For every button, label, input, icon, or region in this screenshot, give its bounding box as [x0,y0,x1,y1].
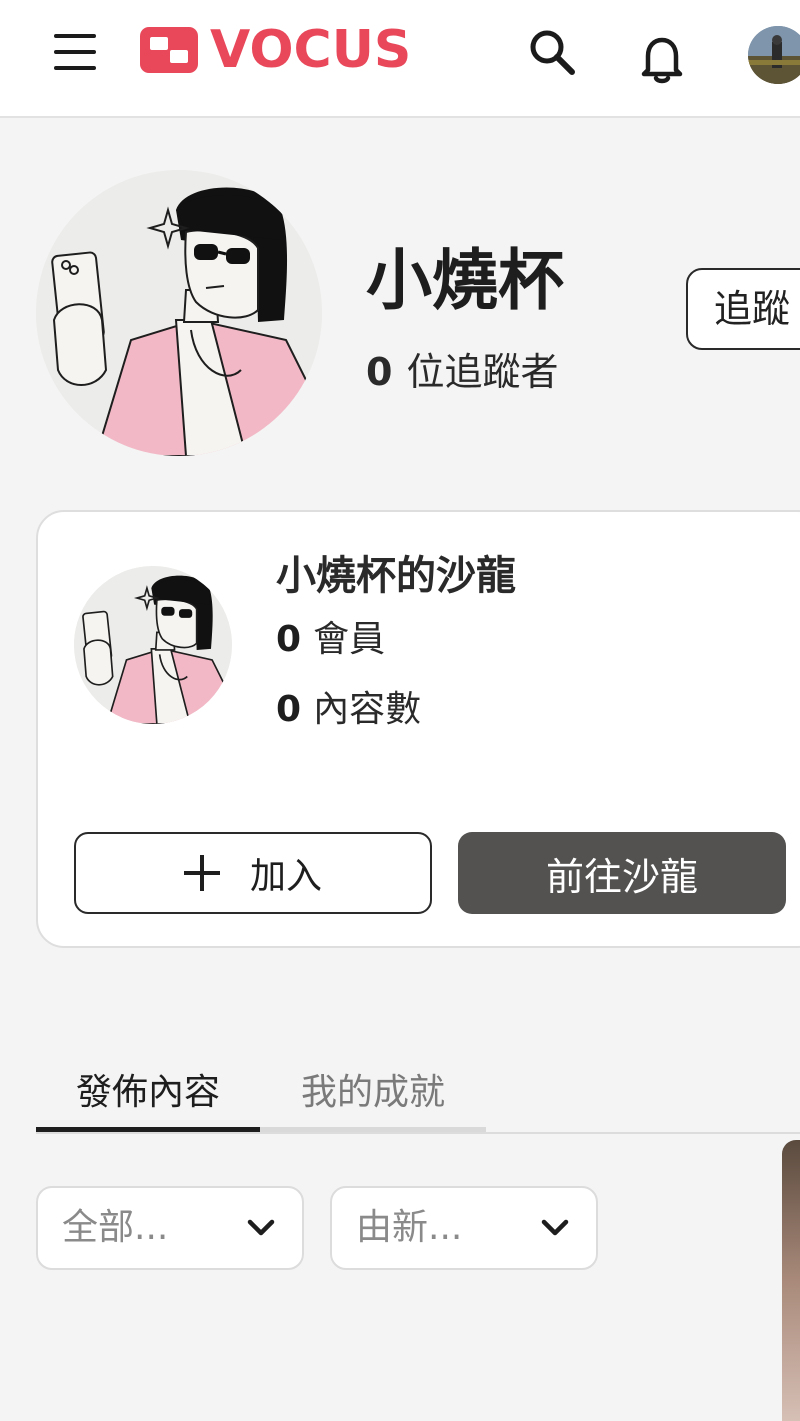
brand-logo[interactable]: VOCUS [140,24,411,76]
tab-published-content[interactable]: 發佈內容 [36,1062,260,1132]
vocus-logo-icon [140,27,198,73]
join-button-label: 加入 [249,856,322,897]
salon-content-count: 0 內容數 [276,684,421,736]
content-label: 內容數 [313,689,422,730]
hamburger-menu-icon[interactable] [52,32,100,72]
bell-icon[interactable] [634,30,690,86]
content-card-thumbnail-edge[interactable] [782,1140,800,1421]
join-button[interactable]: 加入 [74,832,432,914]
plus-icon [183,855,220,891]
category-filter-value: 全部... [62,1207,169,1248]
followers-label: 位追蹤者 [406,350,559,394]
salon-members: 0 會員 [276,614,385,666]
follow-button[interactable]: 追蹤 [686,268,800,350]
salon-avatar[interactable] [74,566,232,724]
profile-avatar [36,170,322,456]
salon-title[interactable]: 小燒杯的沙龍 [276,548,516,604]
brand-name: VOCUS [210,20,412,80]
chevron-down-icon [541,1219,569,1236]
user-avatar[interactable] [748,26,800,84]
members-number: 0 [276,619,302,660]
user-avatar-photo [748,26,800,84]
content-number: 0 [276,689,302,730]
chevron-down-icon [247,1219,275,1236]
tab-achievements[interactable]: 我的成就 [260,1062,486,1132]
profile-name: 小燒杯 [366,242,564,319]
salon-card: 小燒杯的沙龍 0 會員 0 內容數 加入 前往沙龍 [36,510,800,948]
sort-filter-value: 由新... [356,1207,463,1248]
sort-filter-dropdown[interactable]: 由新... [330,1186,598,1270]
search-icon[interactable] [526,26,578,78]
followers-number: 0 [366,350,393,394]
category-filter-dropdown[interactable]: 全部... [36,1186,304,1270]
salon-illustration [74,566,232,724]
top-navigation-bar: VOCUS [0,0,800,118]
followers-count: 0 位追蹤者 [366,344,558,400]
members-label: 會員 [313,619,386,660]
profile-illustration [36,170,322,456]
goto-salon-button[interactable]: 前往沙龍 [458,832,786,914]
content-tabs: 發佈內容 我的成就 [36,1062,800,1134]
